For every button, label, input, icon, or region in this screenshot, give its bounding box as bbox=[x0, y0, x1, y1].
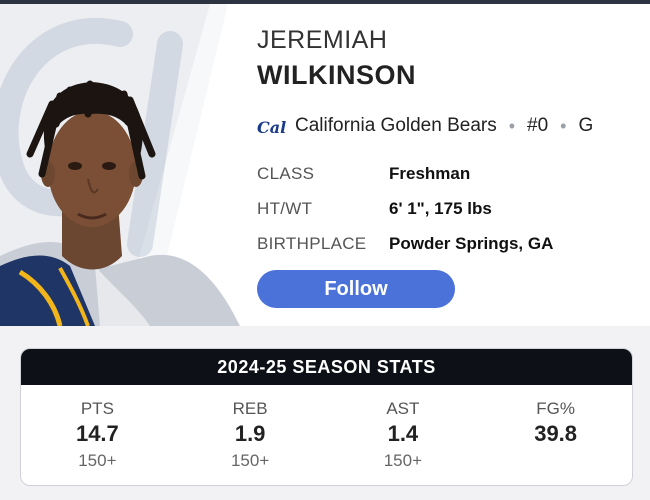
follow-button[interactable]: Follow bbox=[257, 270, 455, 308]
stat-label: FG% bbox=[536, 399, 575, 418]
player-photo bbox=[0, 4, 250, 326]
team-row: Cal California Golden Bears • #0 • G bbox=[257, 112, 593, 140]
stat-value: 1.9 bbox=[234, 421, 266, 446]
info-value: Powder Springs, GA bbox=[389, 233, 554, 253]
stat-label: REB bbox=[232, 399, 268, 418]
player-info-list: CLASS Freshman HT/WT 6' 1", 175 lbs BIRT… bbox=[257, 156, 553, 261]
jersey-number: #0 bbox=[527, 115, 549, 136]
stat-value: 39.8 bbox=[534, 421, 578, 446]
player-header: JEREMIAH WILKINSON Cal California Golden… bbox=[0, 4, 650, 326]
stat-value: 14.7 bbox=[75, 421, 119, 446]
info-value: Freshman bbox=[389, 163, 471, 183]
player-first-name: JEREMIAH bbox=[257, 26, 388, 54]
info-row-class: CLASS Freshman bbox=[257, 156, 553, 191]
info-row-ht-wt: HT/WT 6' 1", 175 lbs bbox=[257, 191, 553, 226]
stat-value: 1.4 bbox=[387, 421, 419, 446]
stat-rank: 150+ bbox=[383, 451, 423, 470]
info-value: 6' 1", 175 lbs bbox=[389, 198, 492, 218]
stat-reb: REB 1.9 150+ bbox=[174, 385, 327, 485]
stat-ast: AST 1.4 150+ bbox=[327, 385, 480, 485]
separator-dot: • bbox=[508, 115, 516, 136]
info-label: HT/WT bbox=[257, 198, 313, 218]
team-name[interactable]: California Golden Bears bbox=[295, 115, 497, 137]
player-last-name: WILKINSON bbox=[257, 60, 416, 90]
stat-label: PTS bbox=[80, 399, 114, 418]
info-label: BIRTHPLACE bbox=[257, 233, 367, 253]
stat-label: AST bbox=[386, 399, 420, 418]
stat-rank: 150+ bbox=[78, 451, 117, 470]
player-position: G bbox=[578, 115, 594, 136]
stat-rank: 150+ bbox=[230, 451, 270, 470]
svg-text:Cal: Cal bbox=[257, 118, 286, 137]
info-label: CLASS bbox=[257, 163, 315, 183]
stats-title: 2024-25 SEASON STATS bbox=[21, 349, 632, 385]
stat-pts: PTS 14.7 150+ bbox=[21, 385, 174, 485]
info-row-birthplace: BIRTHPLACE Powder Springs, GA bbox=[257, 226, 553, 261]
stats-row: PTS 14.7 150+ REB 1.9 150+ AST 1.4 150+ … bbox=[21, 385, 632, 485]
cal-logo-icon: Cal bbox=[257, 118, 286, 137]
season-stats-card: 2024-25 SEASON STATS PTS 14.7 150+ REB 1… bbox=[20, 348, 633, 486]
separator-dot: • bbox=[560, 115, 567, 136]
stat-fg-pct: FG% 39.8 bbox=[479, 385, 632, 485]
